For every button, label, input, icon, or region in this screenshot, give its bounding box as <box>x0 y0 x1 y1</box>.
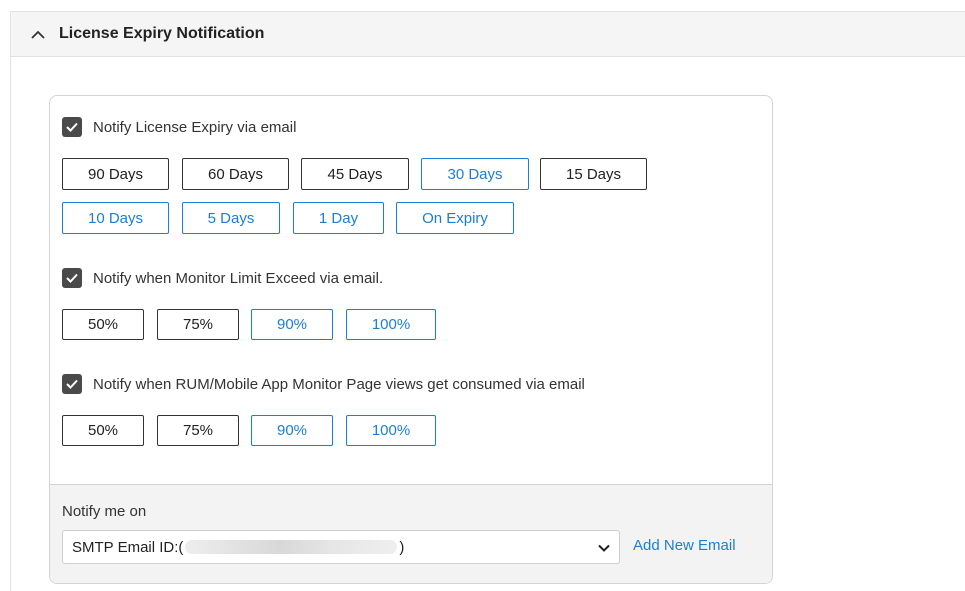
page-views-100[interactable]: 100% <box>346 415 436 446</box>
page-views-90[interactable]: 90% <box>251 415 333 446</box>
panel-title: License Expiry Notification <box>59 25 265 42</box>
expiry-email-row: Notify License Expiry via email <box>62 117 296 137</box>
option-30-days[interactable]: 30 Days <box>421 158 529 190</box>
expiry-email-checkbox[interactable] <box>62 117 82 137</box>
notify-me-on-label: Notify me on <box>62 503 147 520</box>
page-views-label: Notify when RUM/Mobile App Monitor Page … <box>93 375 585 393</box>
chevron-down-icon <box>598 544 610 552</box>
monitor-limit-100[interactable]: 100% <box>346 309 436 340</box>
notification-settings-card: Notify License Expiry via email 90 Days … <box>49 95 773 584</box>
option-15-days[interactable]: 15 Days <box>540 158 647 190</box>
monitor-limit-label: Notify when Monitor Limit Exceed via ema… <box>93 269 384 287</box>
email-select[interactable]: SMTP Email ID:( ) <box>62 530 620 564</box>
option-45-days[interactable]: 45 Days <box>301 158 409 190</box>
option-1-day[interactable]: 1 Day <box>293 202 384 234</box>
monitor-limit-row: Notify when Monitor Limit Exceed via ema… <box>62 268 383 288</box>
option-5-days[interactable]: 5 Days <box>182 202 280 234</box>
check-icon <box>66 379 78 389</box>
chevron-up-icon[interactable] <box>29 26 47 44</box>
option-on-expiry[interactable]: On Expiry <box>396 202 514 234</box>
email-select-suffix: ) <box>399 538 405 556</box>
redacted-email <box>185 540 398 554</box>
notify-footer: Notify me on SMTP Email ID:( ) Add New E… <box>50 484 772 583</box>
add-new-email-link[interactable]: Add New Email <box>633 537 736 554</box>
monitor-limit-75[interactable]: 75% <box>157 309 239 340</box>
monitor-limit-checkbox[interactable] <box>62 268 82 288</box>
option-10-days[interactable]: 10 Days <box>62 202 169 234</box>
panel-header[interactable]: License Expiry Notification <box>11 12 965 57</box>
email-select-prefix: SMTP Email ID:( <box>72 538 184 556</box>
page-views-75[interactable]: 75% <box>157 415 239 446</box>
option-90-days[interactable]: 90 Days <box>62 158 169 190</box>
check-icon <box>66 273 78 283</box>
check-icon <box>66 122 78 132</box>
expiry-email-label: Notify License Expiry via email <box>93 118 297 136</box>
license-expiry-panel: License Expiry Notification Notify Licen… <box>10 11 965 591</box>
page-views-checkbox[interactable] <box>62 374 82 394</box>
page-views-50[interactable]: 50% <box>62 415 144 446</box>
page-views-row: Notify when RUM/Mobile App Monitor Page … <box>62 374 585 394</box>
option-60-days[interactable]: 60 Days <box>182 158 289 190</box>
monitor-limit-90[interactable]: 90% <box>251 309 333 340</box>
monitor-limit-50[interactable]: 50% <box>62 309 144 340</box>
